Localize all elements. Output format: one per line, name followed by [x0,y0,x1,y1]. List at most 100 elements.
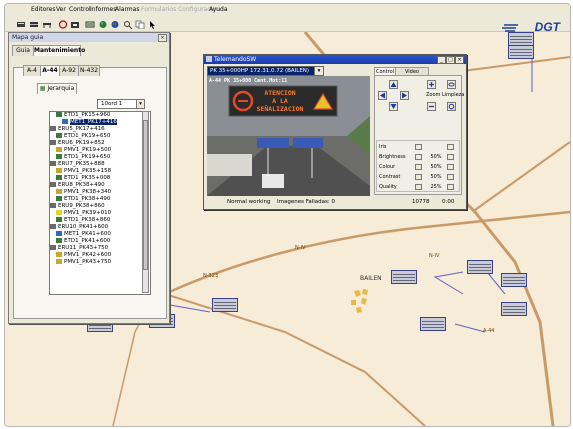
tree-node[interactable]: PMV1_PK19+500 [56,147,111,154]
filter-select-value: 10ord 1 [101,101,123,107]
tree-node-selected[interactable]: MET1_PK17+416 [62,119,117,126]
elapsed-time: 0:00 [442,199,455,205]
earth-icon[interactable] [109,19,121,30]
clean-label: Limpieza [442,92,465,98]
adjust-row-colour: Colour 50% [379,163,465,171]
tab-guia[interactable]: Guia [12,45,34,56]
tree-node[interactable]: ERU10_PK41+600 [50,224,108,231]
panel-icon[interactable] [84,19,96,30]
washer-icon[interactable] [447,102,456,111]
camera-icon[interactable] [69,19,81,30]
adjust-label: Contrast [379,174,401,180]
menu-control[interactable]: Control [69,6,91,13]
road-label: A-44 [483,328,495,334]
traffic-station-panel[interactable] [467,260,493,274]
stop-icon[interactable] [57,19,69,30]
traffic-station-panel[interactable] [391,270,417,284]
zoom-out-icon[interactable] [427,102,436,111]
telemando-titlebar[interactable]: TelemandoSW _ □ × [204,55,466,64]
menu-alarmas[interactable]: Alarmas [115,6,139,13]
menu-ayuda[interactable]: Ayuda [209,6,228,13]
close-icon[interactable]: × [455,56,464,64]
pan-down-icon[interactable] [389,102,398,111]
panel-icon [56,189,62,194]
camera-select[interactable]: PK 35+000HP 172.31.0.72 (BAILEN) ▾ [207,66,324,76]
arrow-right-icon[interactable] [447,144,454,150]
tree-node[interactable]: ETD1_PK15+960 [56,112,110,119]
menu-ver[interactable]: Ver [56,6,66,13]
tree-node[interactable]: ERU5_PK17+416 [50,126,105,133]
tree-node[interactable]: ERU6_PK19+852 [50,140,105,147]
tab-a4[interactable]: A-4 [23,65,41,76]
station-icon [56,217,62,222]
arrow-right-icon[interactable] [447,174,454,180]
adjust-row-contrast: Contrast 50% [379,173,465,181]
tab-jerarquia[interactable]: ▦ Jerarquia [37,83,77,94]
filter-select[interactable]: 10ord 1 ▾ [97,99,145,109]
scrollbar-thumb[interactable] [143,120,148,270]
arrow-right-icon[interactable] [447,164,454,170]
pan-left-icon[interactable] [378,91,387,100]
tree-node[interactable]: PMV1_PK39+010 [56,210,111,217]
globe-icon[interactable] [97,19,109,30]
pointer-icon[interactable] [147,19,159,30]
open-icon[interactable] [28,19,40,30]
copy-icon[interactable] [134,19,146,30]
traffic-station-panel[interactable] [508,45,534,59]
tab-n432[interactable]: N-432 [78,65,100,76]
tree-node[interactable]: ETD1_PK41+600 [56,238,110,245]
traffic-station-panel[interactable] [501,302,527,316]
element-tree[interactable]: ETD1_PK15+960 MET1_PK17+416 ERU5_PK17+41… [49,111,151,295]
tree-node[interactable]: ERU9_PK38+860 [50,203,105,210]
wiper-icon[interactable] [447,80,456,89]
tool-window-titlebar[interactable]: Mapa guia × [9,33,169,42]
tree-node[interactable]: ERU7_PK35+888 [50,161,105,168]
traffic-station-panel[interactable] [508,32,534,46]
arrow-left-icon[interactable] [415,144,422,150]
panel-icon [56,147,62,152]
road-label: N-IV [429,253,440,259]
menu-informes[interactable]: Informes [90,6,116,13]
vms-line-3: SEÑALIZACION [256,105,304,113]
tree-node[interactable]: PMV1_PK43+750 [56,259,111,266]
tree-node[interactable]: ETD1_PK19+650 [56,154,110,161]
maximize-icon[interactable]: □ [446,56,455,64]
tree-node[interactable]: ETD1_PK35+008 [56,175,110,182]
arrow-left-icon[interactable] [415,154,422,160]
tree-node[interactable]: PMV1_PK35+158 [56,168,111,175]
tree-node[interactable]: PMV1_PK42+600 [56,252,111,259]
pan-right-icon[interactable] [400,91,409,100]
traffic-station-panel[interactable] [212,298,238,312]
minimize-icon[interactable]: _ [437,56,446,64]
menu-bar: Editores Ver Control Informes Alarmas Fo… [5,4,570,17]
chevron-down-icon[interactable]: ▾ [136,100,144,108]
tree-scrollbar[interactable] [142,111,149,293]
tree-node[interactable]: ETD1_PK19+650 [56,133,110,140]
arrow-left-icon[interactable] [415,174,422,180]
tree-node[interactable]: ERU8_PK38+490 [50,182,105,189]
arrow-right-icon[interactable] [447,154,454,160]
arrow-left-icon[interactable] [415,164,422,170]
station-icon [56,133,62,138]
chevron-down-icon[interactable]: ▾ [314,67,323,75]
tab-mantenimiento[interactable]: Mantenimiento [33,45,85,56]
tree-node[interactable]: ETD1_PK38+490 [56,196,110,203]
tab-a44[interactable]: A-44 [40,65,60,76]
tool-tabs: Guia Mantenimiento [12,45,162,56]
arrow-left-icon[interactable] [415,184,422,190]
tree-node[interactable]: ETD1_PK38+860 [56,217,110,224]
tab-a92[interactable]: A-92 [59,65,79,76]
close-icon[interactable]: × [158,34,167,42]
arrow-right-icon[interactable] [447,184,454,190]
tree-node[interactable]: ERU11_PK43+750 [50,245,108,252]
zoom-in-icon[interactable] [427,80,436,89]
traffic-station-panel[interactable] [501,273,527,287]
zoom-icon[interactable] [122,19,134,30]
tree-node[interactable]: PMV1_PK38+340 [56,189,111,196]
new-icon[interactable] [15,19,27,30]
road-icon[interactable] [41,19,53,30]
pan-up-icon[interactable] [389,80,398,89]
menu-editores[interactable]: Editores [31,6,55,13]
tree-node[interactable]: MET1_PK41+600 [56,231,111,238]
traffic-station-panel[interactable] [420,317,446,331]
